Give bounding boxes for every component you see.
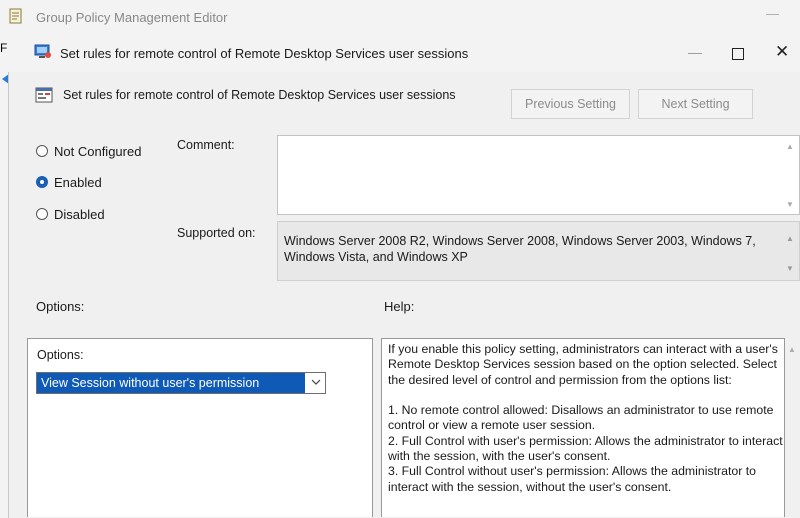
chevron-down-icon[interactable] bbox=[310, 375, 322, 389]
background-window-title: Group Policy Management Editor bbox=[36, 10, 228, 25]
radio-label: Not Configured bbox=[54, 143, 142, 159]
scroll-down-icon[interactable]: ▼ bbox=[786, 264, 794, 273]
radio-disabled[interactable]: Disabled bbox=[36, 206, 105, 222]
help-text: If you enable this policy setting, admin… bbox=[388, 342, 783, 494]
close-button[interactable]: ✕ bbox=[775, 42, 789, 62]
radio-button-icon bbox=[36, 145, 48, 157]
scroll-up-icon[interactable]: ▲ bbox=[786, 234, 794, 243]
maximize-button[interactable] bbox=[732, 48, 744, 60]
comment-field[interactable] bbox=[277, 135, 800, 215]
options-inner-label: Options: bbox=[37, 348, 84, 362]
radio-button-selected-icon bbox=[36, 176, 48, 188]
radio-enabled[interactable]: Enabled bbox=[36, 174, 102, 190]
options-dropdown-value[interactable]: View Session without user's permission bbox=[37, 373, 305, 393]
previous-setting-button[interactable]: Previous Setting bbox=[511, 89, 630, 119]
policy-editor-icon bbox=[8, 8, 24, 24]
background-minimize-button[interactable]: — bbox=[766, 6, 779, 21]
remote-desktop-icon bbox=[34, 44, 52, 60]
radio-label: Enabled bbox=[54, 174, 102, 190]
radio-not-configured[interactable]: Not Configured bbox=[36, 143, 141, 159]
supported-on-value: Windows Server 2008 R2, Windows Server 2… bbox=[284, 234, 756, 264]
supported-on-label: Supported on: bbox=[177, 226, 256, 240]
scroll-up-icon[interactable]: ▲ bbox=[788, 345, 796, 354]
next-setting-button[interactable]: Next Setting bbox=[638, 89, 753, 119]
radio-label: Disabled bbox=[54, 206, 105, 222]
options-panel bbox=[27, 338, 373, 517]
radio-button-icon bbox=[36, 208, 48, 220]
minimize-button[interactable]: — bbox=[688, 44, 702, 60]
comment-label: Comment: bbox=[177, 138, 235, 152]
scroll-down-icon[interactable]: ▼ bbox=[786, 200, 794, 209]
options-section-label: Options: bbox=[36, 299, 85, 314]
dialog-title: Set rules for remote control of Remote D… bbox=[60, 46, 469, 61]
setting-header-title: Set rules for remote control of Remote D… bbox=[63, 88, 456, 102]
scroll-up-icon[interactable]: ▲ bbox=[786, 142, 794, 151]
help-section-label: Help: bbox=[384, 299, 415, 314]
policy-setting-icon bbox=[35, 86, 53, 104]
